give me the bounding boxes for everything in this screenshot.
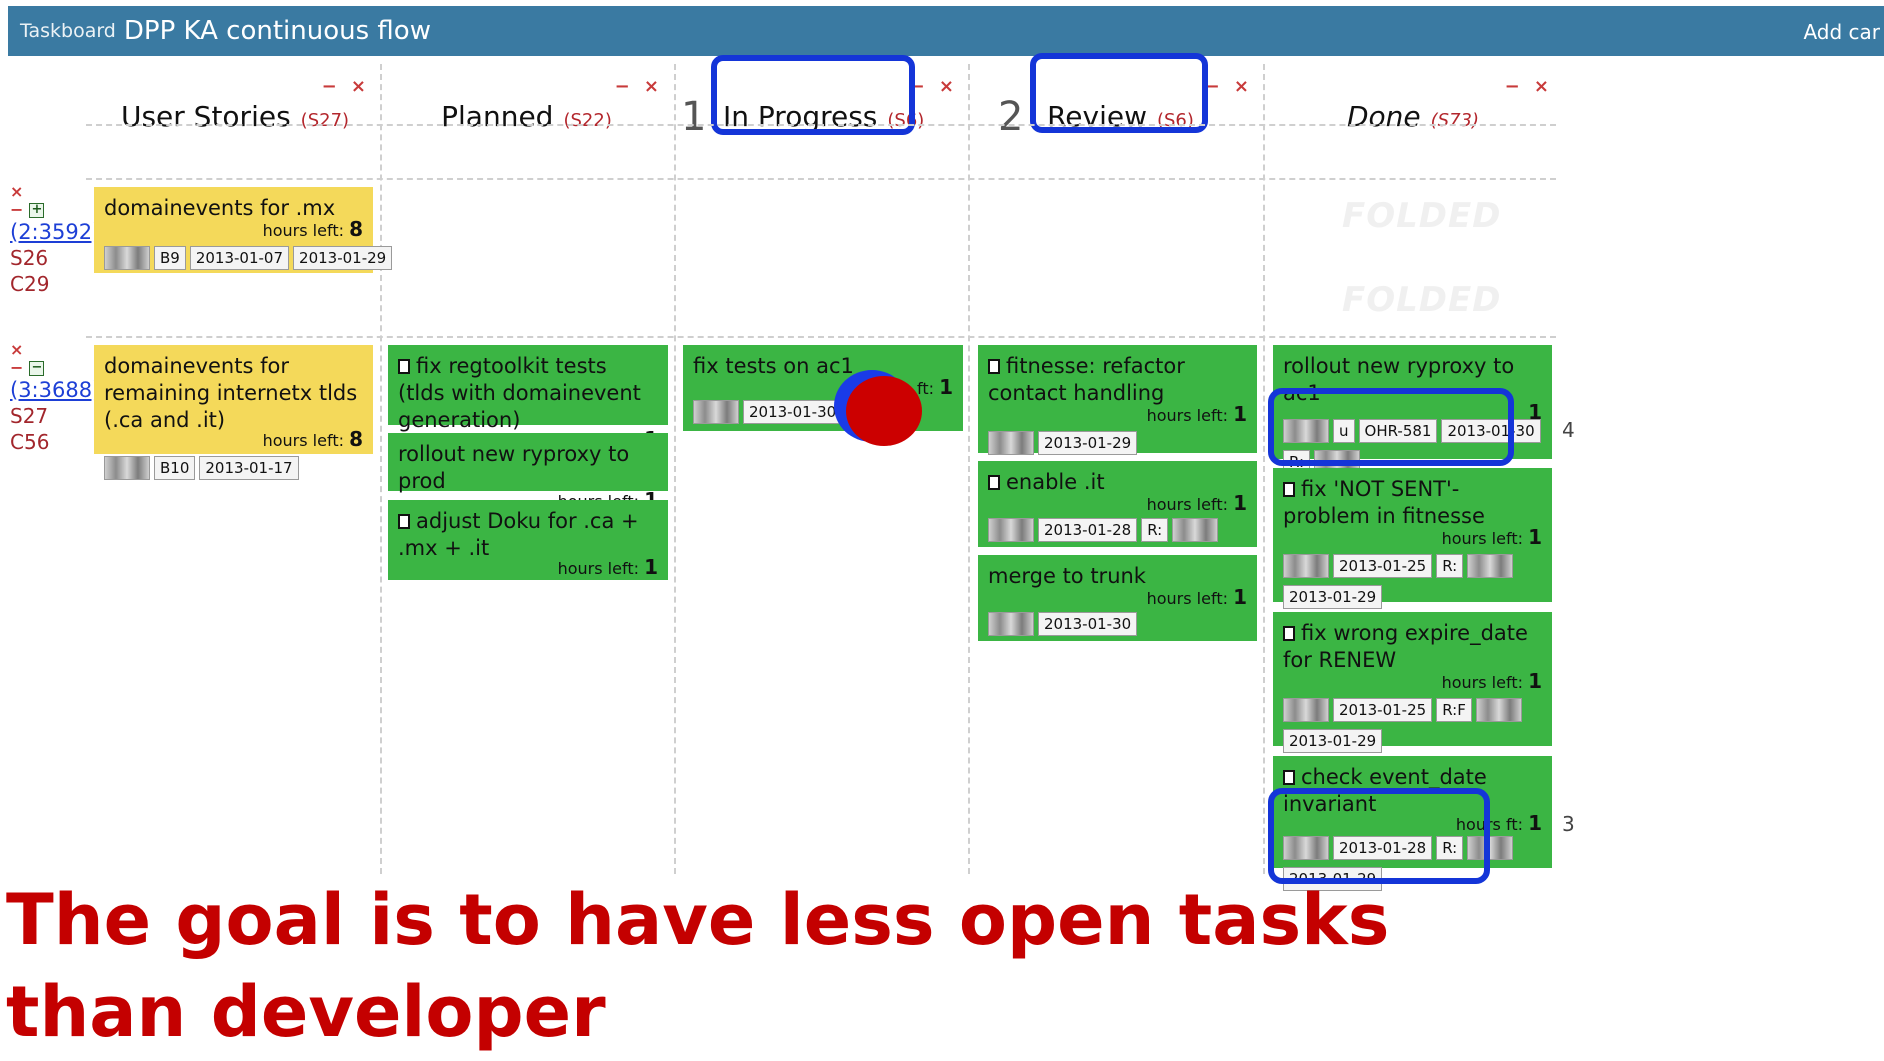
- assignee-tag: [988, 518, 1034, 542]
- task-card[interactable]: adjust Doku for .ca + .mx + .it hours le…: [388, 500, 668, 580]
- row-cost: C56: [10, 430, 50, 454]
- column-controls[interactable]: − ×: [910, 76, 958, 97]
- column-header-planned: Planned (S22) − ×: [380, 64, 673, 152]
- column-controls[interactable]: − ×: [322, 76, 370, 97]
- column-controls[interactable]: − ×: [1205, 76, 1253, 97]
- column-header-done: Done (S73) − ×: [1263, 64, 1563, 152]
- highlight-box-in-progress: [711, 55, 915, 135]
- app-name: Taskboard: [20, 20, 116, 42]
- column-title: Done: [1346, 100, 1421, 133]
- column-count: (S27): [300, 110, 350, 131]
- row-delete-icon[interactable]: ×: [10, 182, 23, 201]
- column-controls[interactable]: − ×: [615, 76, 663, 97]
- column-count: (S73): [1430, 110, 1480, 131]
- document-icon: [1283, 482, 1295, 497]
- document-icon: [1283, 626, 1295, 641]
- highlight-box-done-card: [1268, 388, 1514, 466]
- column-divider: [380, 64, 382, 874]
- edge-number: 3: [1562, 812, 1575, 836]
- column-controls[interactable]: − ×: [1505, 76, 1553, 97]
- story-card[interactable]: domainevents for .mx hours left: 8 B9 201…: [94, 187, 393, 273]
- edge-number: 4: [1562, 418, 1575, 442]
- card-title: enable .it: [1006, 470, 1105, 494]
- red-marker-dot: [846, 376, 922, 446]
- card-title: fix regtoolkit tests (tlds with domainev…: [398, 354, 641, 432]
- task-card[interactable]: fix 'NOT SENT'-problem in fitnesse hours…: [1273, 468, 1552, 609]
- collapse-icon[interactable]: −: [29, 361, 45, 376]
- hours-value: 8: [349, 427, 363, 451]
- card-title: domainevents for remaining internetx tld…: [104, 354, 358, 432]
- document-icon: [398, 359, 410, 374]
- assignee-tag: [988, 431, 1034, 455]
- document-icon: [988, 359, 1000, 374]
- column-divider: [968, 64, 970, 874]
- taskboard-screen: Taskboard DPP KA continuous flow Add car…: [0, 0, 1884, 1061]
- row-divider: [86, 336, 1556, 338]
- document-icon: [1283, 770, 1295, 785]
- card-title: fitnesse: refactor contact handling: [988, 354, 1185, 405]
- card-title: adjust Doku for .ca + .mx + .it: [398, 509, 639, 560]
- row-link[interactable]: (2:3592): [10, 220, 100, 244]
- folded-label: FOLDED: [1342, 280, 1502, 320]
- wip-limit: 2: [998, 94, 1024, 140]
- board-title: DPP KA continuous flow: [123, 16, 431, 46]
- task-card[interactable]: rollout new ryproxy to prod hours left: …: [388, 433, 668, 511]
- row-divider: [86, 178, 1556, 180]
- assignee-tag: [1283, 698, 1329, 722]
- row-label-2: × − − (3:3688) S27 C56: [10, 341, 100, 455]
- assignee-tag: [104, 246, 150, 270]
- row-size: S27: [10, 404, 49, 428]
- document-icon: [988, 475, 1000, 490]
- row-label-1: × − + (2:3592) S26 C29: [10, 183, 100, 297]
- assignee-tag: [693, 400, 739, 424]
- assignee-tag: [988, 612, 1034, 636]
- story-card[interactable]: domainevents for remaining internetx tld…: [94, 345, 373, 480]
- reviewer-tag: [1475, 698, 1522, 722]
- card-title: rollout new ryproxy to prod: [398, 442, 630, 493]
- hours-value: 8: [349, 217, 363, 241]
- header-divider: [86, 124, 1556, 126]
- wip-limit: 1: [681, 94, 707, 140]
- task-card[interactable]: fix wrong expire_date for RENEW hours le…: [1273, 612, 1552, 753]
- card-title: fix 'NOT SENT'-problem in fitnesse: [1283, 477, 1485, 528]
- task-card[interactable]: fix regtoolkit tests (tlds with domainev…: [388, 345, 668, 450]
- task-card[interactable]: merge to trunk hours left: 1 2013-01-30: [978, 555, 1257, 641]
- column-title: User Stories: [120, 100, 291, 133]
- column-divider: [674, 64, 676, 874]
- column-title: Planned: [441, 100, 554, 133]
- row-cost: C29: [10, 272, 50, 296]
- highlight-box-review: [1030, 53, 1208, 133]
- task-card[interactable]: fitnesse: refactor contact handling hour…: [978, 345, 1257, 455]
- assignee-tag: [1283, 554, 1329, 578]
- assignee-tag: [104, 456, 150, 480]
- row-collapse-icon[interactable]: −: [10, 358, 23, 377]
- document-icon: [398, 514, 410, 529]
- card-title: fix wrong expire_date for RENEW: [1283, 621, 1528, 672]
- column-divider: [1263, 64, 1265, 874]
- reviewer-tag: [1172, 518, 1219, 542]
- task-card[interactable]: enable .it hours left: 1 2013-01-28 R:: [978, 461, 1257, 547]
- column-count: (S22): [563, 110, 612, 131]
- row-delete-icon[interactable]: ×: [10, 340, 23, 359]
- annotation-text: The goal is to have less open tasks than…: [6, 879, 1390, 1053]
- row-size: S26: [10, 246, 49, 270]
- highlight-box-done-card: [1268, 788, 1490, 884]
- reviewer-tag: [1467, 554, 1514, 578]
- row-collapse-icon[interactable]: −: [10, 200, 23, 219]
- row-link[interactable]: (3:3688): [10, 378, 100, 402]
- folded-label: FOLDED: [1342, 196, 1502, 236]
- column-header-user-stories: User Stories (S27) − ×: [90, 64, 380, 152]
- title-bar: Taskboard DPP KA continuous flow Add car: [8, 6, 1884, 56]
- expand-icon[interactable]: +: [29, 203, 45, 218]
- add-card-link[interactable]: Add car: [1803, 20, 1880, 44]
